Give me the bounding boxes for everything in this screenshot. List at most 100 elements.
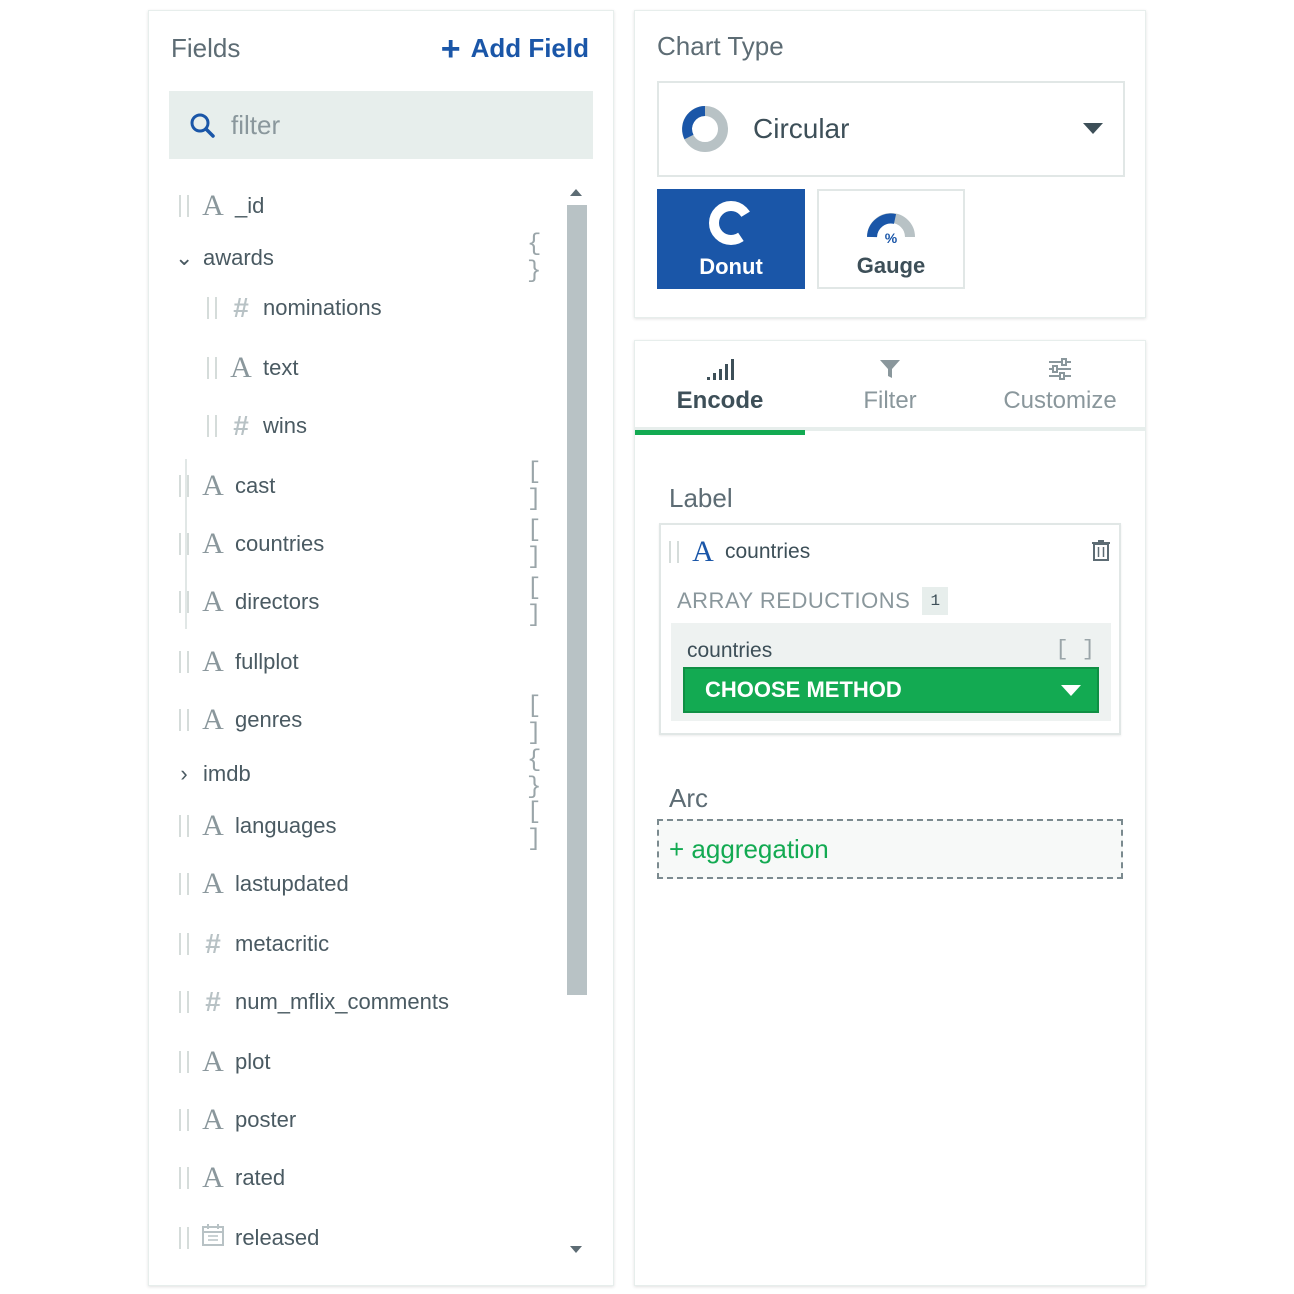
donut-option-button[interactable]: Donut (657, 189, 805, 289)
field-name: wins (263, 413, 308, 438)
field-name: lastupdated (235, 871, 349, 896)
string-type-icon: A (230, 351, 252, 384)
field-item-text[interactable]: A text (207, 345, 298, 391)
field-name: cast (235, 473, 276, 498)
funnel-icon (880, 360, 900, 378)
number-type-icon: # (205, 986, 221, 1017)
drag-handle-icon[interactable] (669, 541, 679, 563)
drag-handle-icon[interactable] (179, 991, 189, 1013)
gauge-option-button[interactable]: % Gauge (817, 189, 965, 289)
field-item-countries[interactable]: A countries [ ] (179, 517, 569, 571)
field-item-awards[interactable]: ⌄ awards { } (175, 231, 565, 285)
label-encoding-card: A countries ARRAY REDUCTIONS 1 countries… (659, 523, 1121, 735)
scroll-up-arrow-icon[interactable] (570, 189, 582, 196)
caret-down-icon (1061, 685, 1081, 696)
field-item-imdb[interactable]: › imdb { } (175, 747, 565, 801)
field-name: imdb (203, 761, 251, 786)
chevron-down-icon[interactable]: ⌄ (175, 245, 193, 271)
scroll-down-arrow-icon[interactable] (570, 1246, 582, 1253)
add-aggregation-dropzone[interactable]: + aggregation (657, 819, 1123, 879)
array-reductions-label: ARRAY REDUCTIONS (677, 588, 911, 613)
encoded-field-name: countries (725, 540, 811, 563)
gauge-icon-text: % (885, 230, 898, 246)
drag-handle-icon[interactable] (179, 591, 189, 613)
string-type-icon: A (202, 1103, 224, 1136)
field-name: rated (235, 1165, 286, 1190)
field-item-genres[interactable]: A genres [ ] (179, 693, 569, 747)
field-item-lastupdated[interactable]: A lastupdated (179, 861, 349, 907)
fields-panel: Fields + Add Field A _id ⌄ awards { } # … (148, 10, 614, 1286)
tab-customize-label: Customize (1003, 387, 1117, 414)
drag-handle-icon[interactable] (179, 873, 189, 895)
drag-handle-icon[interactable] (179, 709, 189, 731)
string-type-icon: A (202, 527, 224, 560)
add-field-button[interactable]: + Add Field (440, 29, 589, 68)
add-aggregation-label: + aggregation (669, 833, 829, 864)
field-name: countries (235, 531, 325, 556)
field-name: plot (235, 1049, 271, 1074)
string-type-icon: A (692, 535, 714, 568)
field-item-poster[interactable]: A poster (179, 1097, 296, 1143)
field-name: fullplot (235, 649, 299, 674)
drag-handle-icon[interactable] (179, 933, 189, 955)
field-name: poster (235, 1107, 297, 1132)
drag-handle-icon[interactable] (179, 815, 189, 837)
field-name: metacritic (235, 931, 330, 956)
sliders-icon (1049, 358, 1071, 380)
field-item-nominations[interactable]: # nominations (207, 285, 382, 331)
drag-handle-icon[interactable] (207, 297, 217, 319)
field-item-languages[interactable]: A languages [ ] (179, 799, 569, 853)
active-tab-indicator (635, 430, 805, 435)
field-item-released[interactable]: released (179, 1215, 319, 1261)
scrollbar-thumb[interactable] (567, 205, 587, 995)
field-name: directors (235, 589, 320, 614)
drag-handle-icon[interactable] (179, 1227, 189, 1249)
drag-handle-icon[interactable] (179, 1051, 189, 1073)
drag-handle-icon[interactable] (179, 651, 189, 673)
string-type-icon: A (202, 809, 224, 842)
field-item-_id[interactable]: A _id (179, 183, 264, 229)
array-reductions-row: ARRAY REDUCTIONS 1 (677, 587, 949, 615)
chart-type-selected: Circular (753, 113, 850, 144)
field-item-rated[interactable]: A rated (179, 1155, 285, 1201)
donut-icon (709, 201, 755, 245)
encoded-field[interactable]: A countries (669, 535, 810, 569)
chart-type-title: Chart Type (657, 31, 784, 61)
drag-handle-icon[interactable] (179, 195, 189, 217)
tab-customize[interactable]: Customize (975, 357, 1145, 431)
trash-icon[interactable] (1091, 539, 1111, 561)
drag-handle-icon[interactable] (179, 1167, 189, 1189)
add-field-label: Add Field (470, 33, 589, 63)
field-name: _id (235, 193, 265, 218)
tab-encode[interactable]: Encode (635, 357, 805, 435)
tab-filter[interactable]: Filter (805, 357, 975, 431)
string-type-icon: A (202, 645, 224, 678)
field-list-scrollbar[interactable] (567, 181, 587, 1261)
field-item-directors[interactable]: A directors [ ] (179, 575, 569, 629)
field-item-fullplot[interactable]: A fullplot (179, 639, 299, 685)
string-type-icon: A (202, 189, 224, 222)
bar-signal-icon (707, 359, 734, 380)
field-item-metacritic[interactable]: # metacritic (179, 921, 329, 967)
field-item-cast[interactable]: A cast [ ] (179, 459, 569, 513)
chevron-right-icon[interactable]: › (175, 761, 193, 787)
field-item-plot[interactable]: A plot (179, 1039, 270, 1085)
field-name: num_mflix_comments (235, 989, 449, 1014)
array-reductions-count: 1 (922, 587, 949, 615)
array-badge: [ ] (1055, 637, 1095, 662)
fields-title: Fields (171, 33, 241, 63)
field-item-num_mflix_comments[interactable]: # num_mflix_comments (179, 979, 449, 1025)
drag-handle-icon[interactable] (179, 475, 189, 497)
drag-handle-icon[interactable] (207, 415, 217, 437)
array-badge: [ ] (527, 799, 542, 853)
string-type-icon: A (202, 469, 224, 502)
field-filter-input[interactable] (231, 109, 571, 141)
drag-handle-icon[interactable] (179, 1109, 189, 1131)
drag-handle-icon[interactable] (207, 357, 217, 379)
drag-handle-icon[interactable] (179, 533, 189, 555)
field-item-wins[interactable]: # wins (207, 403, 307, 449)
plus-icon: + (440, 29, 461, 68)
chart-type-dropdown[interactable]: Circular (657, 81, 1125, 177)
chart-type-panel: Chart Type Circular Donut % Gauge (634, 10, 1146, 318)
choose-method-dropdown[interactable]: CHOOSE METHOD (683, 667, 1099, 713)
